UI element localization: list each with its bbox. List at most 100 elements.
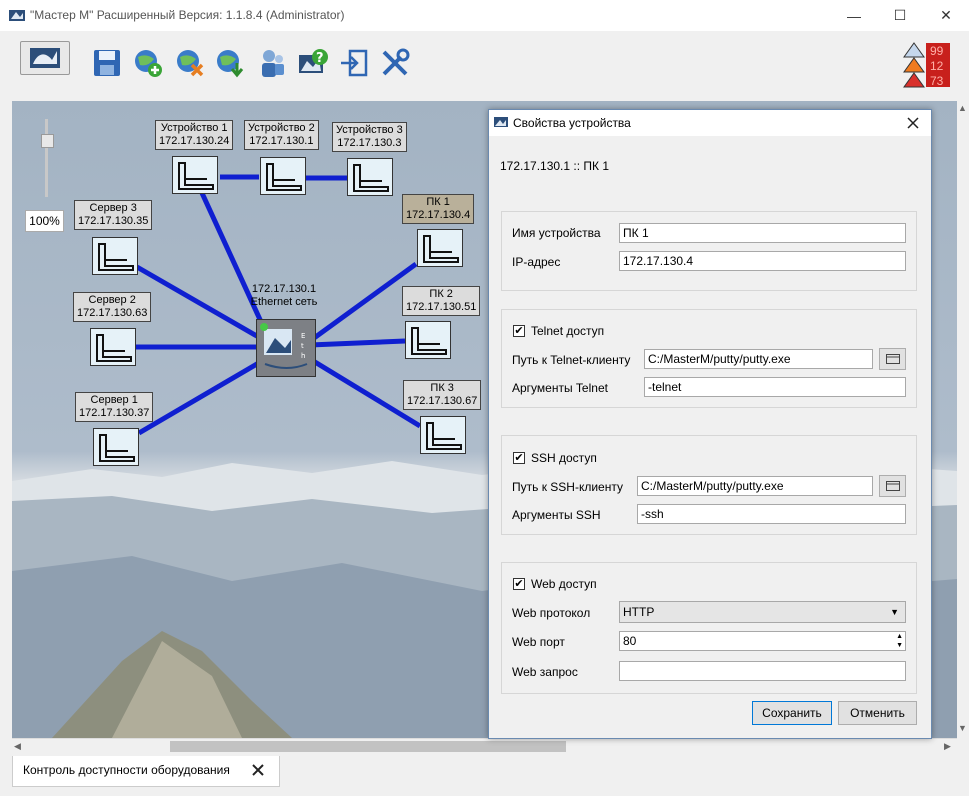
device-ip: 172.17.130.1: [249, 135, 314, 147]
server-node-2[interactable]: [90, 328, 136, 366]
device-ip: 172.17.130.51: [406, 301, 477, 313]
pc-label-1: ПК 1 172.17.130.4: [402, 194, 475, 224]
maximize-button[interactable]: ☐: [877, 0, 923, 31]
user-icon: [262, 50, 284, 77]
device-name: Сервер 3: [89, 202, 137, 214]
dialog-title: Свойства устройства: [513, 116, 631, 130]
exit-button[interactable]: [336, 45, 372, 81]
server-label-3: Сервер 3 172.17.130.35: [74, 200, 153, 230]
cancel-button[interactable]: Отменить: [838, 701, 917, 725]
pc-node-3[interactable]: [420, 416, 466, 454]
dialog-title-bar: Свойства устройства: [489, 110, 931, 136]
device-name-input[interactable]: ПК 1: [619, 223, 906, 243]
ssh-path-label: Путь к SSH-клиенту: [512, 480, 623, 494]
scroll-left-icon[interactable]: ◀: [14, 741, 21, 752]
dialog-close-icon[interactable]: [907, 117, 919, 129]
folder-icon: [885, 481, 900, 491]
horizontal-scrollbar[interactable]: ◀ ▶: [12, 738, 957, 755]
device-properties-dialog: Свойства устройства 172.17.130.1 :: ПК 1…: [488, 109, 932, 739]
ssh-checkbox[interactable]: ✔: [513, 452, 525, 464]
pc-icon: [426, 422, 462, 450]
web-checkbox[interactable]: ✔: [513, 578, 525, 590]
server-icon: [98, 243, 134, 271]
svg-text:?: ?: [316, 51, 324, 66]
hub-label: 172.17.130.1 Ethernet сеть: [248, 283, 320, 309]
server-node-3[interactable]: [92, 237, 138, 275]
ethernet-hub-icon: Eth: [260, 323, 308, 369]
scroll-right-icon[interactable]: ▶: [944, 741, 951, 752]
device-icon: [178, 162, 214, 190]
device-node-2[interactable]: [260, 157, 306, 195]
scroll-up-icon[interactable]: ▲: [958, 103, 967, 113]
web-protocol-select[interactable]: HTTP ▼: [619, 601, 906, 623]
tools-icon: [382, 48, 410, 76]
minimize-button[interactable]: —: [831, 0, 877, 31]
title-bar: "Мастер М" Расширенный Версия: 1.1.8.4 (…: [0, 0, 969, 31]
stepper-arrows-icon[interactable]: ▲ ▼: [896, 632, 903, 650]
device-node-1[interactable]: [172, 156, 218, 194]
toolbar: ? 99 12 73: [0, 31, 969, 99]
home-button[interactable]: [20, 41, 70, 75]
close-button[interactable]: ✕: [923, 0, 969, 31]
telnet-browse-button[interactable]: [879, 348, 906, 370]
web-port-stepper[interactable]: 80 ▲ ▼: [619, 631, 906, 651]
svg-text:t: t: [301, 342, 304, 350]
device-node-3[interactable]: [347, 158, 393, 196]
ip-address-label: IP-адрес: [512, 255, 561, 269]
save-button[interactable]: Сохранить: [752, 701, 832, 725]
pc-icon: [423, 235, 459, 263]
telnet-args-label: Аргументы Telnet: [512, 381, 608, 395]
monitoring-tab[interactable]: Контроль доступности оборудования: [12, 756, 280, 787]
telnet-checkbox[interactable]: ✔: [513, 325, 525, 337]
ethernet-hub[interactable]: Eth: [256, 319, 316, 377]
users-button[interactable]: [254, 45, 290, 81]
scroll-down-icon[interactable]: ▼: [958, 723, 967, 733]
ssh-args-input[interactable]: -ssh: [637, 504, 906, 524]
pc-node-2[interactable]: [405, 321, 451, 359]
telnet-args-input[interactable]: -telnet: [644, 377, 906, 397]
horizontal-scroll-thumb[interactable]: [170, 741, 566, 752]
device-name: ПК 1: [426, 196, 450, 208]
ip-address-input[interactable]: 172.17.130.4: [619, 251, 906, 271]
add-device-button[interactable]: [130, 45, 166, 81]
device-label-3: Устройство 3 172.17.130.3: [332, 122, 407, 152]
server-node-1[interactable]: [93, 428, 139, 466]
device-ip: 172.17.130.24: [159, 135, 230, 147]
alerts-panel[interactable]: 99 12 73: [900, 41, 952, 89]
server-label-2: Сервер 2 172.17.130.63: [73, 292, 152, 322]
ssh-label: SSH доступ: [531, 451, 597, 465]
pc-label-3: ПК 3 172.17.130.67: [403, 380, 482, 410]
web-request-input[interactable]: [619, 661, 906, 681]
web-label: Web доступ: [531, 577, 597, 591]
pc-label-2: ПК 2 172.17.130.51: [402, 286, 481, 316]
remove-device-button[interactable]: [172, 45, 208, 81]
save-toolbar-button[interactable]: [89, 45, 125, 81]
ssh-browse-button[interactable]: [879, 475, 906, 497]
vertical-scrollbar[interactable]: ▲ ▼: [957, 101, 969, 738]
settings-button[interactable]: [377, 45, 413, 81]
device-name: ПК 2: [429, 288, 453, 300]
close-tab-icon[interactable]: [251, 763, 265, 777]
globe-remove-icon: [177, 50, 204, 77]
device-ip: 172.17.130.35: [78, 215, 149, 227]
server-label-1: Сервер 1 172.17.130.37: [75, 392, 154, 422]
ssh-args-label: Аргументы SSH: [512, 508, 601, 522]
pc-node-1[interactable]: [417, 229, 463, 267]
web-port-label: Web порт: [512, 635, 565, 649]
help-button[interactable]: ?: [295, 45, 331, 81]
web-port-value: 80: [623, 634, 637, 648]
alert-info-count: 73: [930, 74, 944, 88]
monitoring-tab-label: Контроль доступности оборудования: [23, 763, 230, 777]
telnet-path-input[interactable]: C:/MasterM/putty/putty.exe: [644, 349, 873, 369]
hub-ip: 172.17.130.1: [251, 283, 317, 295]
dialog-header: 172.17.130.1 :: ПК 1: [500, 159, 610, 173]
hub-name: Ethernet сеть: [250, 296, 318, 308]
pc-icon: [411, 327, 447, 355]
device-icon: [266, 163, 302, 191]
device-name-label: Имя устройства: [512, 226, 601, 240]
download-button[interactable]: [212, 45, 248, 81]
device-name: ПК 3: [430, 382, 454, 394]
web-protocol-label: Web протокол: [512, 606, 591, 620]
telnet-path-label: Путь к Telnet-клиенту: [512, 353, 631, 367]
ssh-path-input[interactable]: C:/MasterM/putty/putty.exe: [637, 476, 873, 496]
